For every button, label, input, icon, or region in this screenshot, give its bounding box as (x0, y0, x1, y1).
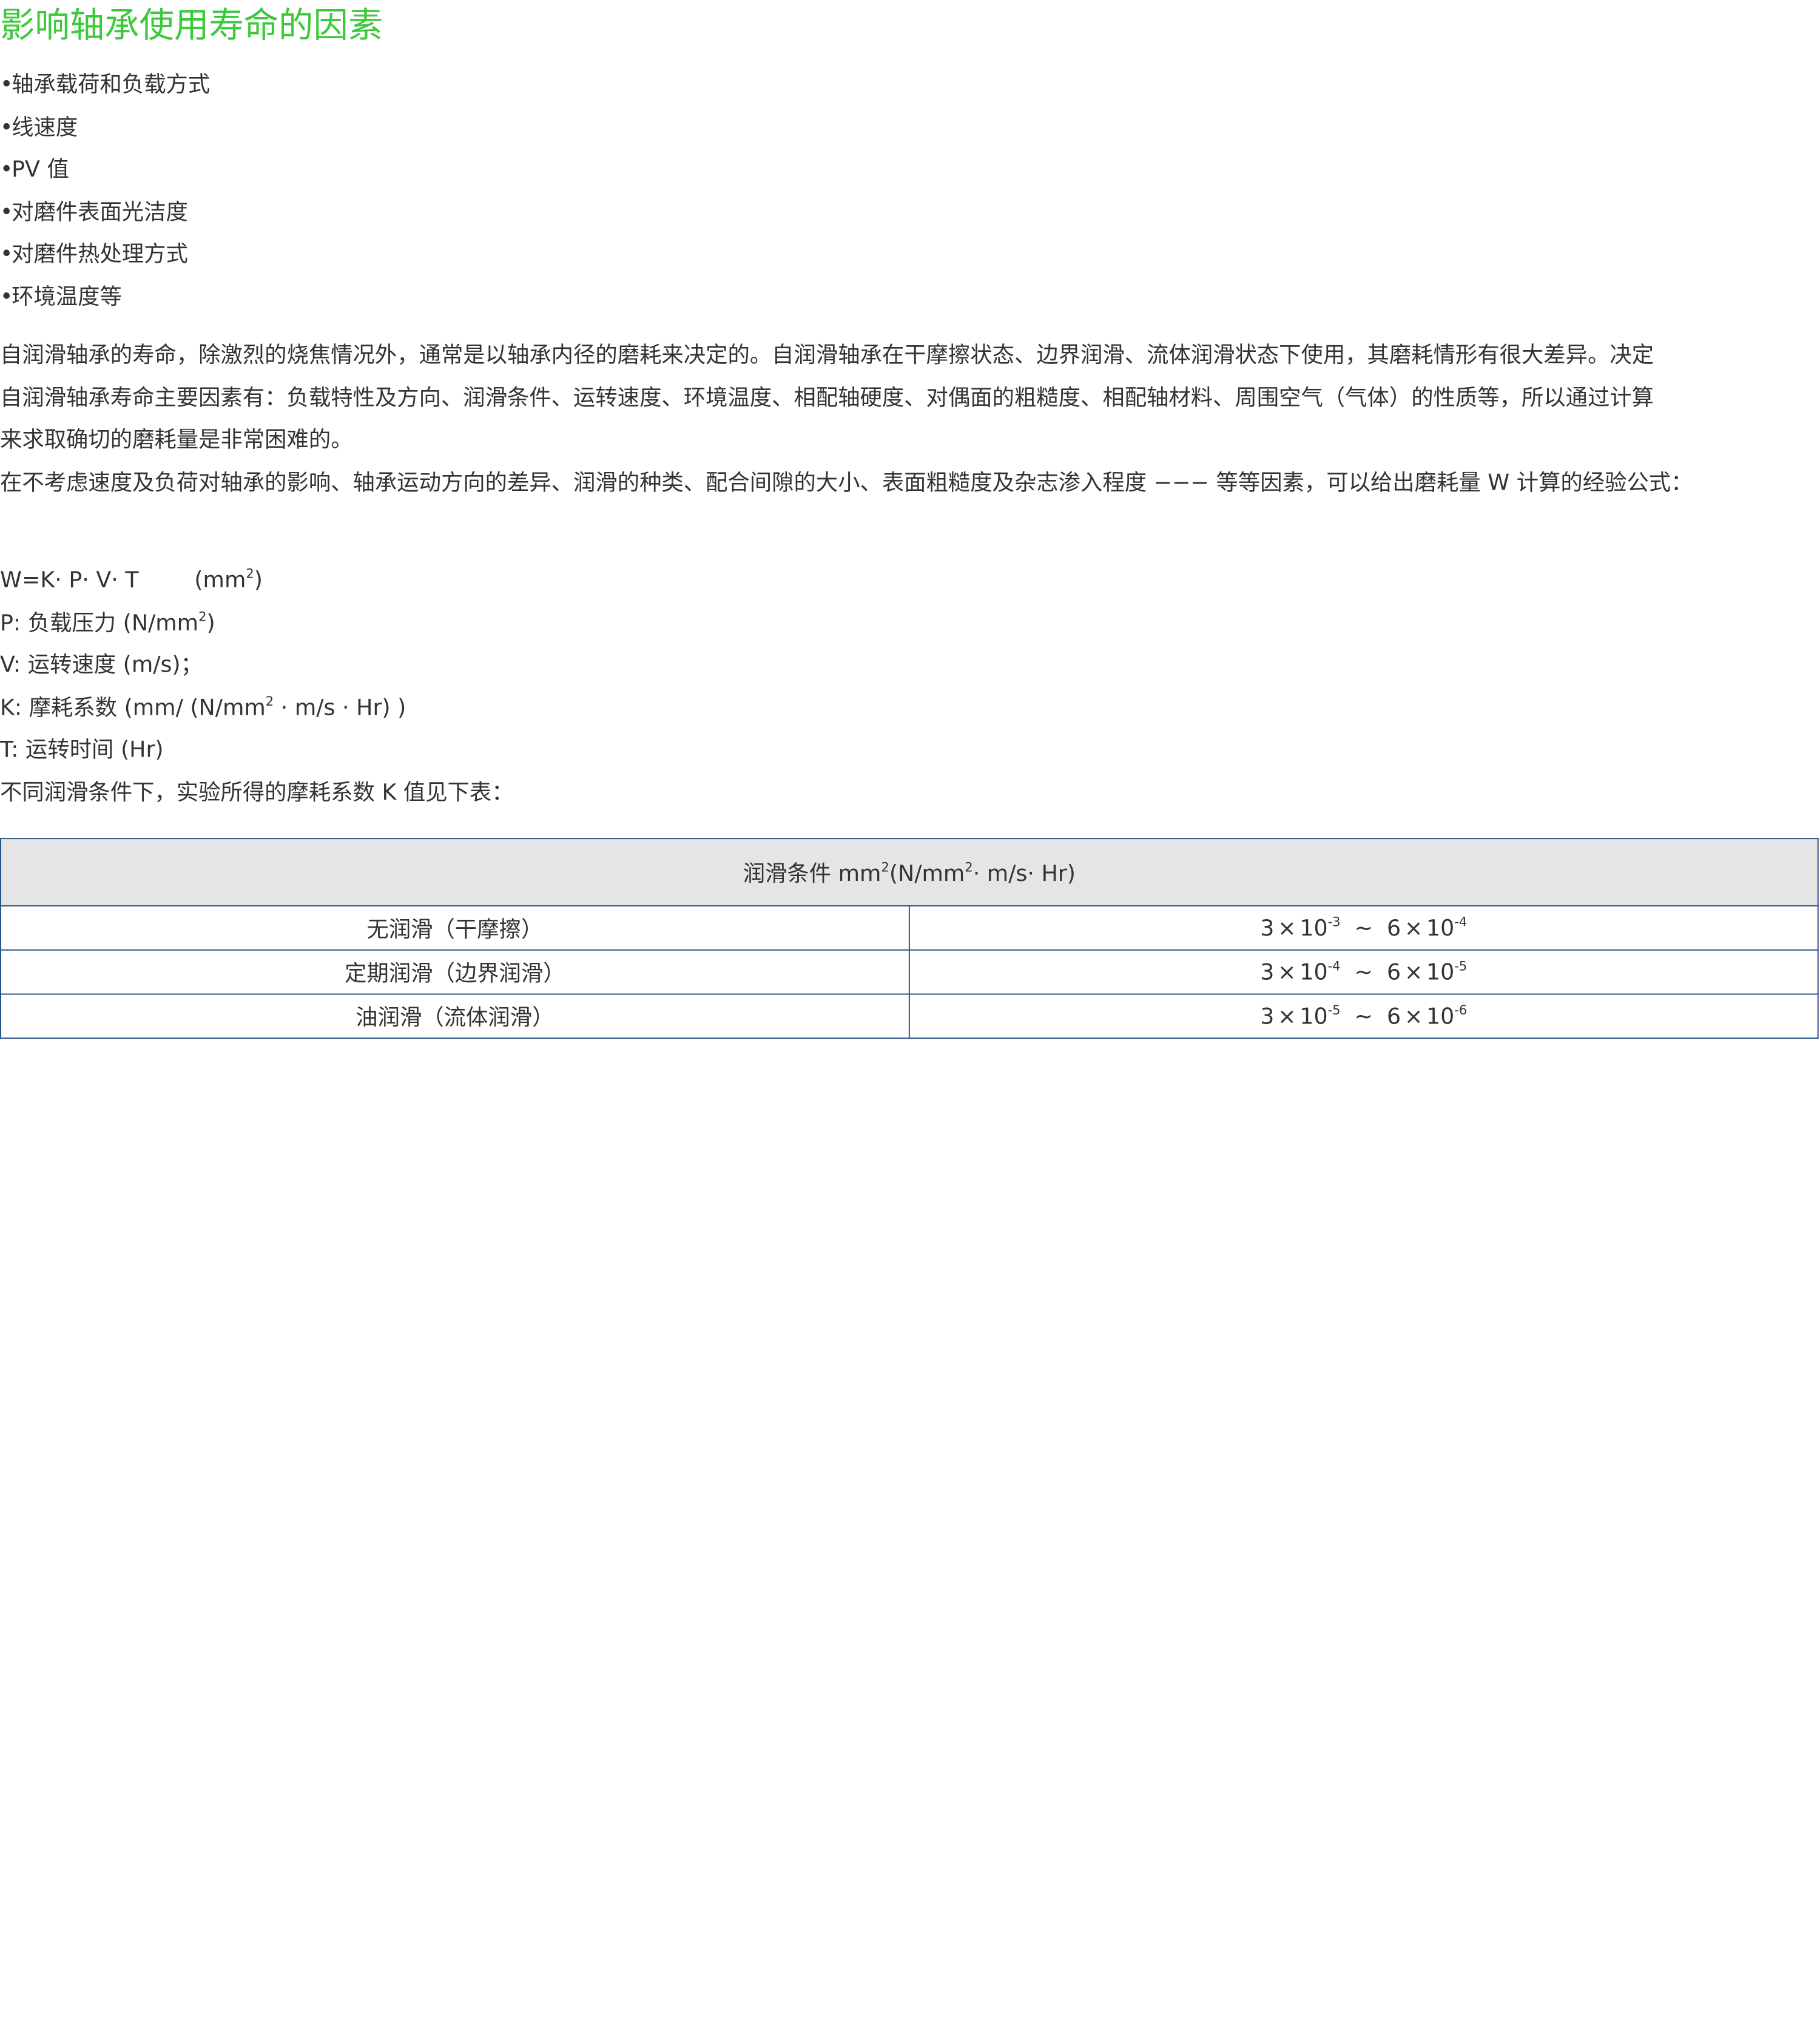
formula-k-definition: K: 摩耗系数 (mm/ (N/mm2 · m/s · Hr) ) (0, 693, 406, 721)
bullet-icon: • (0, 199, 13, 225)
formula-t-definition: T: 运转时间 (Hr) (0, 737, 164, 763)
list-item: •对磨件表面光洁度 (0, 191, 210, 234)
k-range-cell: 3 × 10-5 ~6 × 10-6 (908, 993, 1819, 1039)
list-item: •环境温度等 (0, 276, 210, 319)
list-item: •线速度 (0, 106, 210, 149)
wear-coefficient-table: 润滑条件 mm2(N/mm2· m/s· Hr) 无润滑（干摩擦） 3 × 10-3… (0, 838, 1819, 1039)
factor-list: •轴承载荷和负载方式 •线速度 •PV 值 •对磨件表面光洁度 •对磨件热处理方… (0, 64, 210, 319)
formula-p-definition: P: 负载压力 (N/mm2) (0, 609, 215, 636)
bullet-icon: • (0, 241, 13, 268)
bullet-icon: • (0, 284, 13, 310)
k-range-cell: 3 × 10-3 ~6 × 10-4 (908, 905, 1819, 951)
condition-cell: 无润滑（干摩擦） (0, 905, 910, 951)
table-header: 润滑条件 mm2(N/mm2· m/s· Hr) (0, 838, 1819, 907)
bullet-icon: • (0, 157, 13, 183)
bullet-icon: • (0, 72, 13, 98)
list-item: •PV 值 (0, 149, 210, 191)
formula-intro-paragraph: 在不考虑速度及负荷对轴承的影响、轴承运动方向的差异、润滑的种类、配合间隙的大小、… (0, 469, 1693, 495)
content: 影响轴承使用寿命的因素 •轴承载荷和负载方式 •线速度 •PV 值 •对磨件表面… (0, 0, 1820, 1068)
list-item: •轴承载荷和负载方式 (0, 64, 210, 106)
formula-v-definition: V: 运转速度 (m/s)； (0, 652, 203, 678)
list-item: •对磨件热处理方式 (0, 234, 210, 276)
paragraph-line: 来求取确切的磨耗量是非常困难的。 (0, 427, 353, 453)
paragraph-line: 自润滑轴承的寿命，除激烈的烧焦情况外，通常是以轴承内径的磨耗来决定的。自润滑轴承… (0, 342, 1654, 368)
table-header-row: 润滑条件 mm2(N/mm2· m/s· Hr) (0, 838, 1819, 907)
k-range-cell: 3 × 10-4 ~6 × 10-5 (908, 949, 1819, 995)
condition-cell: 定期润滑（边界润滑） (0, 949, 910, 995)
formula-block: W=K· P· V· T (mm2) P: 负载压力 (N/mm2) V: 运转速… (0, 559, 514, 814)
page-title: 影响轴承使用寿命的因素 (0, 5, 383, 47)
table-intro: 不同润滑条件下，实验所得的摩耗系数 K 值见下表： (0, 780, 514, 806)
table-row: 油润滑（流体润滑） 3 × 10-5 ~6 × 10-6 (0, 993, 1819, 1039)
paragraph-line: 自润滑轴承寿命主要因素有：负载特性及方向、润滑条件、运转速度、环境温度、相配轴硬… (0, 385, 1654, 411)
table-body: 无润滑（干摩擦） 3 × 10-3 ~6 × 10-4 定期润滑（边界润滑） 3 × 10-4… (0, 905, 1819, 1039)
page: 影响轴承使用寿命的因素 •轴承载荷和负载方式 •线速度 •PV 值 •对磨件表面… (0, 0, 1820, 2044)
table-row: 定期润滑（边界润滑） 3 × 10-4 ~6 × 10-5 (0, 949, 1819, 995)
formula-main: W=K· P· V· T (mm2) (0, 566, 263, 593)
condition-cell: 油润滑（流体润滑） (0, 993, 910, 1039)
bullet-icon: • (0, 114, 13, 140)
table-row: 无润滑（干摩擦） 3 × 10-3 ~6 × 10-4 (0, 905, 1819, 951)
